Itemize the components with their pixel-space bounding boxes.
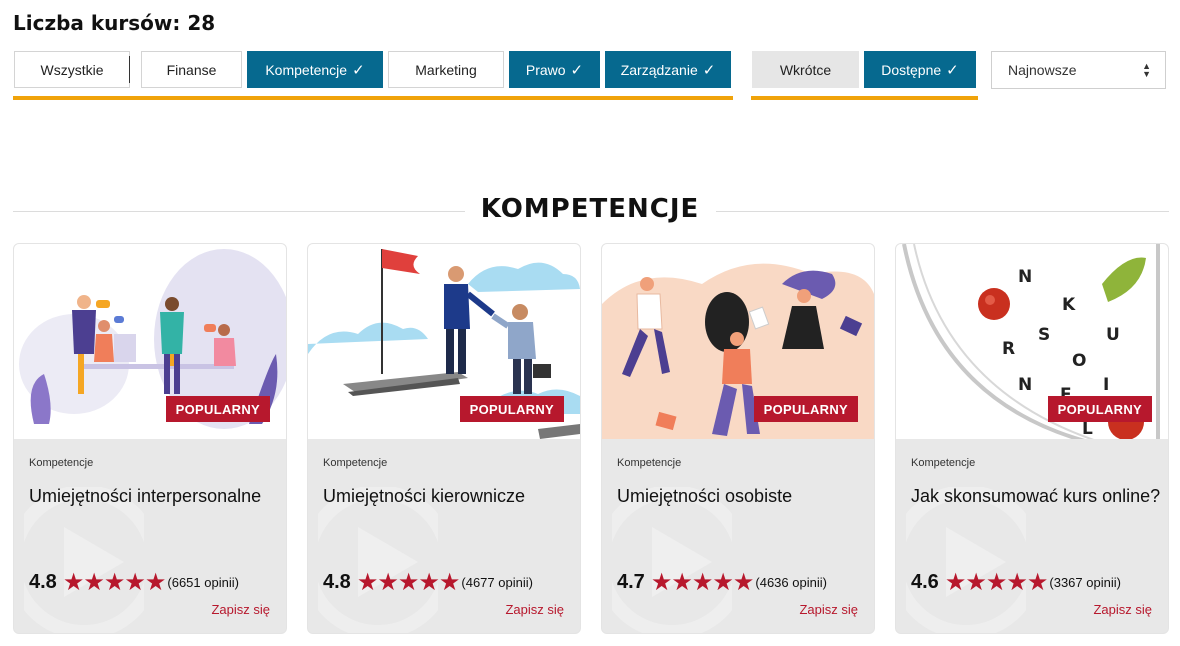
svg-text:I: I xyxy=(1103,375,1109,395)
popular-badge: POPULARNY xyxy=(753,396,858,422)
course-card-body: Kompetencje Umiejętności osobiste 4.7 ★★… xyxy=(602,439,874,633)
review-count: (4636 opinii) xyxy=(755,575,827,590)
popular-badge: POPULARNY xyxy=(459,396,564,422)
sort-selected-value: Najnowsze xyxy=(1008,62,1077,78)
filter-marketing[interactable]: Marketing xyxy=(388,51,504,88)
filter-label: Marketing xyxy=(415,61,477,78)
sort-arrows-icon: ▲ ▼ xyxy=(1142,61,1151,79)
course-count: Liczba kursów: 28 xyxy=(13,11,216,35)
course-category: Kompetencje xyxy=(29,457,94,469)
review-count: (6651 opinii) xyxy=(167,575,239,590)
filter-wkrotce[interactable]: Wkrótce xyxy=(752,51,859,88)
course-rating: 4.8 ★★★★★ (4677 opinii) xyxy=(323,568,533,596)
course-card[interactable]: POPULARNY Kompetencje Umiejętności kiero… xyxy=(307,243,581,634)
check-icon: ✓ xyxy=(570,61,584,79)
course-category: Kompetencje xyxy=(911,457,976,469)
review-count: (3367 opinii) xyxy=(1049,575,1121,590)
course-card-body: Kompetencje Jak skonsumować kurs online?… xyxy=(896,439,1168,633)
play-watermark-icon xyxy=(318,487,438,633)
rating-value: 4.7 xyxy=(617,571,645,593)
filter-dostepne[interactable]: Dostępne ✓ xyxy=(864,51,976,88)
check-icon: ✓ xyxy=(702,61,716,79)
svg-text:L: L xyxy=(1082,419,1093,439)
course-title: Umiejętności kierownicze xyxy=(323,486,526,506)
filter-label: Finanse xyxy=(166,61,217,78)
play-watermark-icon xyxy=(612,487,732,633)
filter-zarzadzanie[interactable]: Zarządzanie ✓ xyxy=(605,51,731,88)
course-card[interactable]: POPULARNY Kompetencje Umiejętności inter… xyxy=(13,243,287,634)
check-icon: ✓ xyxy=(946,61,959,79)
category-filter-bar: Wszystkie Finanse Kompetencje ✓ Marketing… xyxy=(14,51,731,88)
play-watermark-icon xyxy=(906,487,1026,633)
svg-text:U: U xyxy=(1106,325,1120,345)
availability-filter-underline xyxy=(751,96,978,100)
plate-with-letters-illustration: N K U R S O N E I L POPULARNY xyxy=(896,244,1168,439)
filter-prawo[interactable]: Prawo ✓ xyxy=(509,51,600,88)
course-rating: 4.6 ★★★★★ (3367 opinii) xyxy=(911,568,1121,596)
course-rating: 4.7 ★★★★★ (4636 opinii) xyxy=(617,568,827,596)
filter-wszystkie[interactable]: Wszystkie xyxy=(14,51,130,88)
sort-select[interactable]: Najnowsze ▲ ▼ xyxy=(991,51,1166,89)
check-icon: ✓ xyxy=(352,61,365,79)
rating-value: 4.8 xyxy=(29,571,57,593)
popular-badge: POPULARNY xyxy=(165,396,270,422)
filter-label: Kompetencje xyxy=(265,61,348,78)
filter-label: Wkrótce xyxy=(779,61,832,78)
jumping-people-illustration: POPULARNY xyxy=(602,244,874,439)
course-title: Umiejętności interpersonalne xyxy=(29,486,262,506)
enroll-link[interactable]: Zapisz się xyxy=(799,602,858,617)
popular-badge: POPULARNY xyxy=(1047,396,1152,422)
section-divider-left xyxy=(13,211,465,212)
course-card-body: Kompetencje Umiejętności interpersonalne… xyxy=(14,439,286,633)
section-divider-right xyxy=(716,211,1169,212)
star-rating-icon: ★★★★★ xyxy=(62,568,167,596)
team-at-desks-illustration: POPULARNY xyxy=(14,244,286,439)
svg-text:N: N xyxy=(1018,267,1032,287)
svg-text:N: N xyxy=(1018,375,1032,395)
filter-label: Prawo xyxy=(525,61,566,78)
enroll-link[interactable]: Zapisz się xyxy=(1093,602,1152,617)
filter-label: Zarządzanie xyxy=(620,61,698,78)
review-count: (4677 opinii) xyxy=(461,575,533,590)
course-title: Umiejętności osobiste xyxy=(617,486,793,506)
filter-label: Dostępne xyxy=(881,61,942,78)
course-category: Kompetencje xyxy=(617,457,682,469)
leader-helping-climb-illustration: POPULARNY xyxy=(308,244,580,439)
enroll-link[interactable]: Zapisz się xyxy=(505,602,564,617)
course-category: Kompetencje xyxy=(323,457,388,469)
course-card-body: Kompetencje Umiejętności kierownicze 4.8… xyxy=(308,439,580,633)
rating-value: 4.6 xyxy=(911,571,939,593)
category-filter-underline xyxy=(13,96,733,100)
svg-text:K: K xyxy=(1062,295,1076,315)
star-rating-icon: ★★★★★ xyxy=(944,568,1049,596)
enroll-link[interactable]: Zapisz się xyxy=(211,602,270,617)
rating-value: 4.8 xyxy=(323,571,351,593)
svg-text:S: S xyxy=(1038,325,1050,345)
filter-finanse[interactable]: Finanse xyxy=(141,51,242,88)
course-card[interactable]: POPULARNY Kompetencje Umiejętności osobi… xyxy=(601,243,875,634)
svg-text:R: R xyxy=(1002,339,1015,359)
filter-label: Wszystkie xyxy=(40,61,104,78)
filter-kompetencje[interactable]: Kompetencje ✓ xyxy=(247,51,383,88)
availability-filter-bar: Wkrótce Dostępne ✓ xyxy=(752,51,976,88)
section-title: KOMPETENCJE xyxy=(480,194,700,224)
play-watermark-icon xyxy=(24,487,144,633)
star-rating-icon: ★★★★★ xyxy=(650,568,755,596)
course-title: Jak skonsumować kurs online? xyxy=(911,486,1161,506)
star-rating-icon: ★★★★★ xyxy=(356,568,461,596)
svg-text:O: O xyxy=(1072,351,1086,371)
course-card[interactable]: N K U R S O N E I L POPULARNY Kompetencj… xyxy=(895,243,1169,634)
course-rating: 4.8 ★★★★★ (6651 opinii) xyxy=(29,568,239,596)
